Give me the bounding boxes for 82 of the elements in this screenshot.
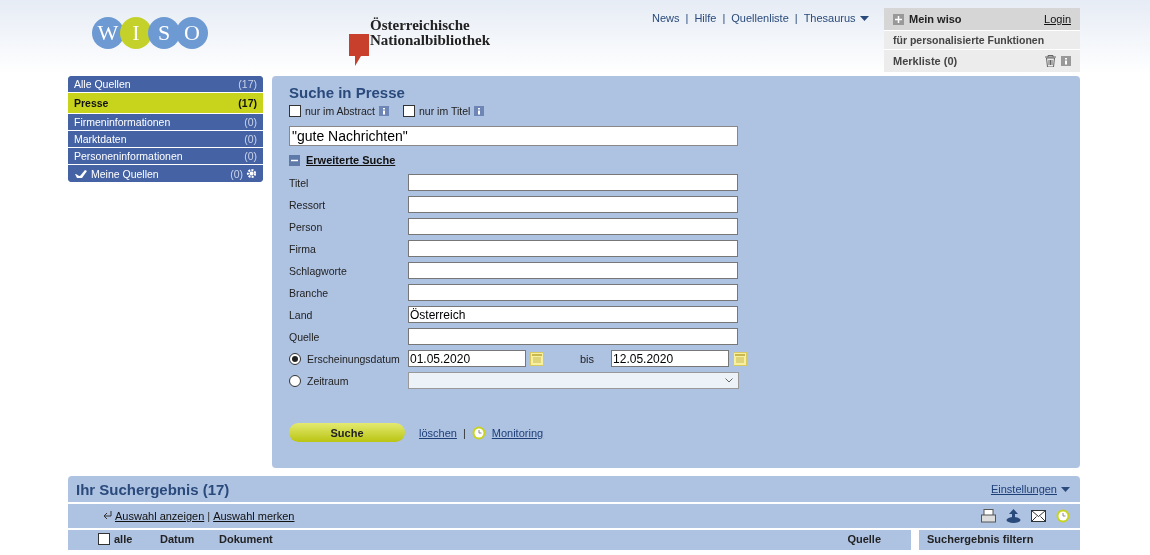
upload-icon — [1006, 509, 1021, 523]
field-label: bis — [580, 352, 595, 365]
column-header: alle — [114, 533, 134, 545]
column-header[interactable]: Datum — [160, 533, 215, 545]
input-field[interactable] — [408, 328, 738, 345]
logo-letter: O — [176, 17, 208, 49]
separator: | — [685, 12, 689, 24]
chevron-down-icon — [725, 378, 733, 383]
login-link[interactable]: Login — [1044, 13, 1071, 25]
search-button[interactable]: Suche — [289, 423, 405, 442]
hint-text: für personalisierte Funktionen — [884, 30, 1080, 49]
separator: | — [207, 510, 211, 522]
checkbox[interactable] — [289, 105, 301, 117]
info-icon — [1061, 56, 1071, 66]
input-field[interactable] — [408, 240, 738, 257]
calendar-icon — [733, 351, 748, 366]
checkbox-label: nur im Abstract — [305, 105, 376, 117]
flag-icon — [349, 34, 369, 66]
input-field[interactable] — [408, 218, 738, 235]
logo-letter: S — [148, 17, 180, 49]
mail-icon — [1031, 510, 1046, 522]
search-field[interactable]: "gute Nachrichten" — [289, 126, 738, 146]
filter-panel-title: Suchergebnis filtern — [919, 530, 1080, 550]
separator: | — [722, 12, 726, 24]
dropdown[interactable] — [408, 372, 739, 389]
partner-name: Österreichische — [370, 18, 471, 33]
arrow-icon — [102, 510, 112, 522]
panel-title: Suche in Presse — [289, 84, 406, 101]
panel-title: Mein wiso — [909, 13, 963, 25]
nav-link[interactable]: Thesaurus — [803, 12, 869, 24]
input-field[interactable] — [408, 262, 738, 279]
action-link[interactable]: Auswahl merken — [213, 510, 295, 522]
caret-icon — [1061, 486, 1070, 492]
field-label: Ressort — [289, 198, 327, 211]
radio-button[interactable] — [289, 374, 301, 387]
input-field[interactable] — [408, 174, 738, 191]
monitoring-link[interactable]: Monitoring — [491, 426, 544, 439]
plus-icon — [893, 13, 904, 25]
clock-icon — [471, 425, 486, 440]
action-link[interactable]: Auswahl anzeigen — [115, 510, 205, 522]
settings-link[interactable]: Einstellungen — [990, 483, 1070, 495]
logo-letter: W — [92, 17, 124, 49]
calendar-icon — [530, 351, 544, 366]
info-icon — [379, 106, 390, 116]
partner-name: Nationalbibliothek — [370, 33, 491, 48]
logo-letter: I — [120, 17, 152, 49]
results-title: Ihr Suchergebnis (17) — [76, 480, 231, 498]
separator: | — [794, 12, 798, 24]
field-label: Titel — [289, 176, 310, 189]
date-field[interactable]: 01.05.2020 — [408, 350, 526, 367]
field-label: Branche — [289, 286, 330, 299]
field-label: Land — [289, 308, 314, 321]
radio-button[interactable] — [289, 352, 301, 365]
checkbox[interactable] — [98, 533, 110, 545]
clock-icon — [1056, 509, 1070, 523]
field-label: Schlagworte — [289, 264, 348, 277]
clear-link[interactable]: löschen — [419, 426, 457, 439]
settings-icon — [246, 168, 257, 179]
toggle-link[interactable]: Erweiterte Suche — [306, 154, 396, 166]
radio-label: Zeitraum — [307, 374, 349, 387]
print-icon — [981, 509, 996, 523]
field-label: Person — [289, 220, 324, 233]
input-field[interactable]: Österreich — [408, 306, 738, 323]
nav-link[interactable]: Hilfe — [694, 12, 717, 24]
field-label: Firma — [289, 242, 317, 255]
info-icon — [474, 106, 485, 116]
input-field[interactable] — [408, 196, 738, 213]
nav-link[interactable]: Quellenliste — [731, 12, 789, 24]
watchlist-label: Merkliste (0) — [893, 55, 959, 67]
sidebar-item[interactable]: Alle Quellen (17) — [68, 76, 263, 93]
column-header: Dokument — [219, 533, 274, 545]
trash-icon — [1045, 55, 1056, 67]
sidebar-item[interactable]: Presse (17) — [68, 93, 263, 114]
separator: | — [462, 426, 466, 439]
nav-link[interactable]: News — [652, 12, 680, 24]
radio-label: Erscheinungsdatum — [307, 352, 400, 365]
checkbox[interactable] — [403, 105, 416, 117]
input-field[interactable] — [408, 284, 738, 301]
field-label: Quelle — [289, 330, 321, 343]
column-header: Quelle — [847, 533, 881, 545]
date-field[interactable]: 12.05.2020 — [611, 350, 730, 367]
checkbox-label: nur im Titel — [419, 105, 471, 117]
